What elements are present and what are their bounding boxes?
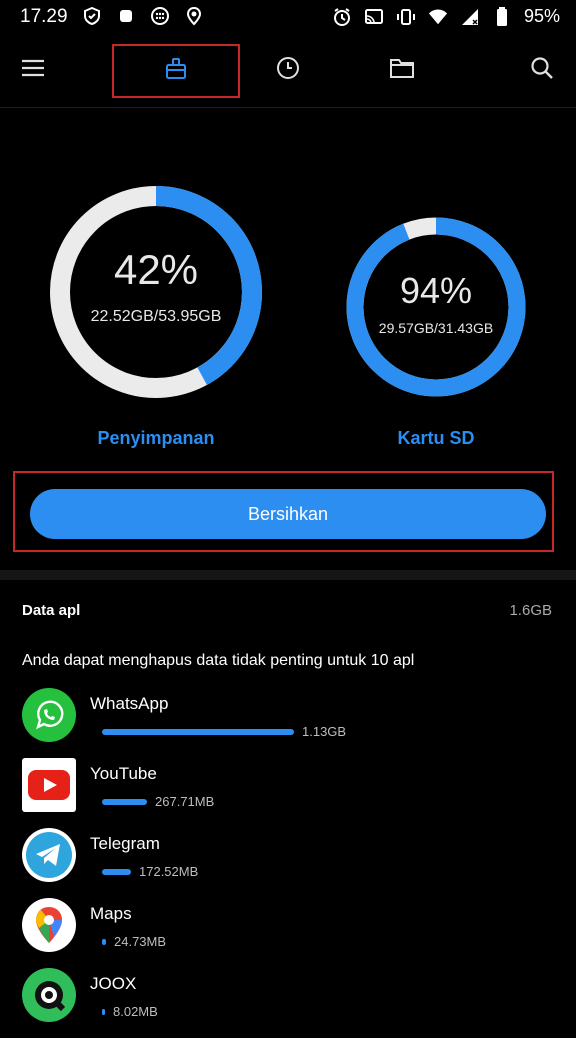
app-size: 172.52MB bbox=[139, 864, 199, 879]
toolbar-divider bbox=[0, 107, 576, 108]
battery-icon bbox=[492, 6, 512, 27]
internal-percent: 42% bbox=[113, 246, 199, 293]
vibrate-icon bbox=[396, 7, 416, 27]
app-name: YouTube bbox=[90, 764, 157, 783]
status-time: 17.29 bbox=[20, 6, 68, 27]
alarm-icon bbox=[332, 7, 352, 27]
app-usage: 8.02MB bbox=[102, 1004, 158, 1019]
search-button[interactable] bbox=[522, 44, 562, 96]
internal-storage-label[interactable]: Penyimpanan bbox=[48, 428, 264, 449]
status-right-icons: 95% bbox=[332, 6, 560, 27]
app-size: 1.13GB bbox=[302, 724, 347, 739]
app-usage: 172.52MB bbox=[102, 864, 198, 879]
shield-icon bbox=[82, 6, 102, 26]
location-pin-icon bbox=[184, 6, 204, 26]
app-row-whatsapp[interactable]: WhatsApp 1.13GB bbox=[0, 688, 576, 758]
sd-card-label[interactable]: Kartu SD bbox=[345, 428, 527, 449]
app-name: JOOX bbox=[90, 974, 137, 993]
battery-percent: 95% bbox=[523, 6, 560, 26]
youtube-icon bbox=[22, 758, 76, 812]
app-row-telegram[interactable]: Telegram 172.52MB bbox=[0, 828, 576, 898]
tab-history[interactable] bbox=[268, 44, 308, 96]
app-size: 267.71MB bbox=[155, 794, 215, 809]
app-usage-bar bbox=[102, 938, 106, 945]
sd-percent: 94% bbox=[399, 270, 473, 311]
app-name: Maps bbox=[90, 904, 132, 923]
app-name: Telegram bbox=[90, 834, 160, 853]
tab-cleaner[interactable] bbox=[112, 44, 240, 98]
app-usage-bar bbox=[102, 1008, 105, 1015]
app-size: 8.02MB bbox=[113, 1004, 158, 1019]
app-usage-bar bbox=[102, 868, 131, 875]
app-data-title: Data apl bbox=[22, 602, 81, 619]
app-row-youtube[interactable]: YouTube 267.71MB bbox=[0, 758, 576, 828]
clock-icon bbox=[276, 56, 300, 85]
app-row-maps[interactable]: Maps 24.73MB bbox=[0, 898, 576, 968]
clean-button[interactable]: Bersihkan bbox=[30, 489, 546, 539]
section-separator bbox=[0, 570, 576, 580]
search-icon bbox=[530, 56, 554, 85]
app-usage-bar bbox=[102, 798, 147, 805]
whatsapp-icon bbox=[22, 688, 76, 742]
joox-icon bbox=[22, 968, 76, 1022]
internal-used-total: 22.52GB/53.95GB bbox=[90, 308, 222, 325]
app-data-total: 1.6GB bbox=[509, 602, 552, 619]
telegram-icon bbox=[22, 828, 76, 882]
signal-icon bbox=[460, 7, 480, 27]
toolbar bbox=[0, 44, 576, 106]
hamburger-menu-icon bbox=[21, 58, 45, 83]
sd-used-total: 29.57GB/31.43GB bbox=[378, 320, 494, 336]
app-row-joox[interactable]: JOOX 8.02MB bbox=[0, 968, 576, 1038]
app-size: 24.73MB bbox=[114, 934, 167, 949]
app-usage: 267.71MB bbox=[102, 794, 214, 809]
app-name: WhatsApp bbox=[90, 694, 169, 713]
app-data-description: Anda dapat menghapus data tidak penting … bbox=[22, 652, 415, 669]
grid-dots-icon bbox=[150, 6, 170, 26]
app-usage: 1.13GB bbox=[102, 724, 346, 739]
cast-icon bbox=[364, 7, 384, 27]
broom-cleaner-icon bbox=[164, 57, 188, 86]
wifi-icon bbox=[428, 7, 448, 27]
maps-pin-icon bbox=[22, 898, 76, 952]
app-usage-bar bbox=[102, 728, 294, 735]
square-notification-icon bbox=[116, 6, 136, 26]
folder-icon bbox=[389, 57, 415, 84]
status-left-icons bbox=[82, 6, 204, 26]
tab-files[interactable] bbox=[382, 44, 422, 96]
app-usage: 24.73MB bbox=[102, 934, 166, 949]
menu-button[interactable] bbox=[14, 44, 52, 96]
